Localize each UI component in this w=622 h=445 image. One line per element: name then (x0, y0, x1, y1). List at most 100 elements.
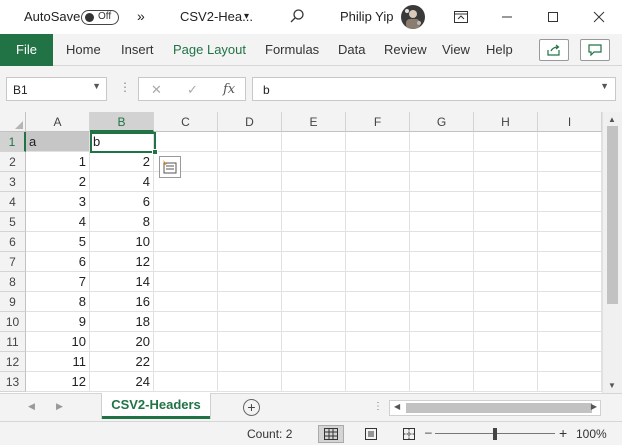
cell-c4[interactable] (154, 192, 218, 212)
tab-home[interactable]: Home (66, 34, 101, 66)
cell-d9[interactable] (218, 292, 282, 312)
search-icon[interactable] (289, 8, 305, 27)
cell-a11[interactable]: 10 (26, 332, 90, 352)
cell-d7[interactable] (218, 252, 282, 272)
cell-h9[interactable] (474, 292, 538, 312)
cell-c11[interactable] (154, 332, 218, 352)
cell-i13[interactable] (538, 372, 602, 392)
cell-f5[interactable] (346, 212, 410, 232)
row-header-1[interactable]: 1 (0, 132, 26, 152)
name-box-dropdown-icon[interactable]: ▼ (92, 81, 101, 91)
page-break-preview-icon[interactable] (396, 425, 422, 443)
cell-c12[interactable] (154, 352, 218, 372)
cell-g11[interactable] (410, 332, 474, 352)
zoom-in-button[interactable]: + (559, 425, 567, 441)
cell-c5[interactable] (154, 212, 218, 232)
cell-e8[interactable] (282, 272, 346, 292)
row-header-5[interactable]: 5 (0, 212, 26, 232)
horizontal-scroll-thumb[interactable] (406, 403, 592, 413)
cell-g4[interactable] (410, 192, 474, 212)
cell-g13[interactable] (410, 372, 474, 392)
cell-b2[interactable]: 2 (90, 152, 154, 172)
column-header-b[interactable]: B (90, 112, 154, 132)
insert-function-icon[interactable]: fx (223, 82, 235, 97)
cell-g7[interactable] (410, 252, 474, 272)
row-header-13[interactable]: 13 (0, 372, 26, 392)
formula-bar-grip-icon[interactable]: ⋮ (119, 80, 131, 94)
cell-d2[interactable] (218, 152, 282, 172)
cell-e11[interactable] (282, 332, 346, 352)
cell-e9[interactable] (282, 292, 346, 312)
horizontal-scrollbar[interactable]: ◀ ▶ (389, 400, 601, 416)
minimize-icon[interactable] (484, 0, 530, 34)
cell-b10[interactable]: 18 (90, 312, 154, 332)
select-all-button[interactable] (0, 112, 26, 132)
scroll-up-icon[interactable]: ▲ (608, 115, 616, 124)
cell-c7[interactable] (154, 252, 218, 272)
cell-e4[interactable] (282, 192, 346, 212)
cell-h5[interactable] (474, 212, 538, 232)
cell-i4[interactable] (538, 192, 602, 212)
row-header-9[interactable]: 9 (0, 292, 26, 312)
tab-page-layout[interactable]: Page Layout (173, 34, 246, 66)
cell-i9[interactable] (538, 292, 602, 312)
cell-g8[interactable] (410, 272, 474, 292)
cell-f4[interactable] (346, 192, 410, 212)
cell-h8[interactable] (474, 272, 538, 292)
vertical-scrollbar[interactable]: ▲ ▼ (602, 112, 622, 393)
cell-a2[interactable]: 1 (26, 152, 90, 172)
cell-a7[interactable]: 6 (26, 252, 90, 272)
count-indicator[interactable]: Count: 2 (247, 427, 292, 441)
cell-h13[interactable] (474, 372, 538, 392)
cell-f8[interactable] (346, 272, 410, 292)
autosave-toggle[interactable]: Off (81, 10, 119, 25)
prev-sheet-icon[interactable]: ◀ (28, 401, 35, 412)
row-header-6[interactable]: 6 (0, 232, 26, 252)
cell-d8[interactable] (218, 272, 282, 292)
cell-c8[interactable] (154, 272, 218, 292)
cell-b1[interactable]: b (90, 132, 154, 152)
column-header-e[interactable]: E (282, 112, 346, 132)
cell-f3[interactable] (346, 172, 410, 192)
tab-review[interactable]: Review (384, 34, 427, 66)
row-header-3[interactable]: 3 (0, 172, 26, 192)
cell-g9[interactable] (410, 292, 474, 312)
cell-b6[interactable]: 10 (90, 232, 154, 252)
cell-a10[interactable]: 9 (26, 312, 90, 332)
ribbon-display-icon[interactable] (438, 0, 484, 34)
cell-d4[interactable] (218, 192, 282, 212)
cell-b4[interactable]: 6 (90, 192, 154, 212)
cell-g1[interactable] (410, 132, 474, 152)
zoom-out-button[interactable]: – (425, 425, 432, 439)
cell-e12[interactable] (282, 352, 346, 372)
expand-formula-bar-icon[interactable]: ▼ (600, 81, 609, 91)
cell-a4[interactable]: 3 (26, 192, 90, 212)
cell-c13[interactable] (154, 372, 218, 392)
zoom-slider-thumb[interactable] (493, 428, 497, 440)
close-icon[interactable] (576, 0, 622, 34)
cell-i3[interactable] (538, 172, 602, 192)
scroll-left-icon[interactable]: ◀ (394, 402, 400, 411)
cell-b8[interactable]: 14 (90, 272, 154, 292)
cell-d6[interactable] (218, 232, 282, 252)
cell-d10[interactable] (218, 312, 282, 332)
cell-a9[interactable]: 8 (26, 292, 90, 312)
cell-i2[interactable] (538, 152, 602, 172)
cell-b3[interactable]: 4 (90, 172, 154, 192)
cell-d1[interactable] (218, 132, 282, 152)
cell-b11[interactable]: 20 (90, 332, 154, 352)
cell-i1[interactable] (538, 132, 602, 152)
cell-f1[interactable] (346, 132, 410, 152)
row-header-12[interactable]: 12 (0, 352, 26, 372)
cell-a8[interactable]: 7 (26, 272, 90, 292)
cell-g5[interactable] (410, 212, 474, 232)
cell-i11[interactable] (538, 332, 602, 352)
tab-insert[interactable]: Insert (121, 34, 154, 66)
column-header-a[interactable]: A (26, 112, 90, 132)
cell-h4[interactable] (474, 192, 538, 212)
cell-a5[interactable]: 4 (26, 212, 90, 232)
cell-b12[interactable]: 22 (90, 352, 154, 372)
cell-f11[interactable] (346, 332, 410, 352)
cell-h10[interactable] (474, 312, 538, 332)
cell-e5[interactable] (282, 212, 346, 232)
